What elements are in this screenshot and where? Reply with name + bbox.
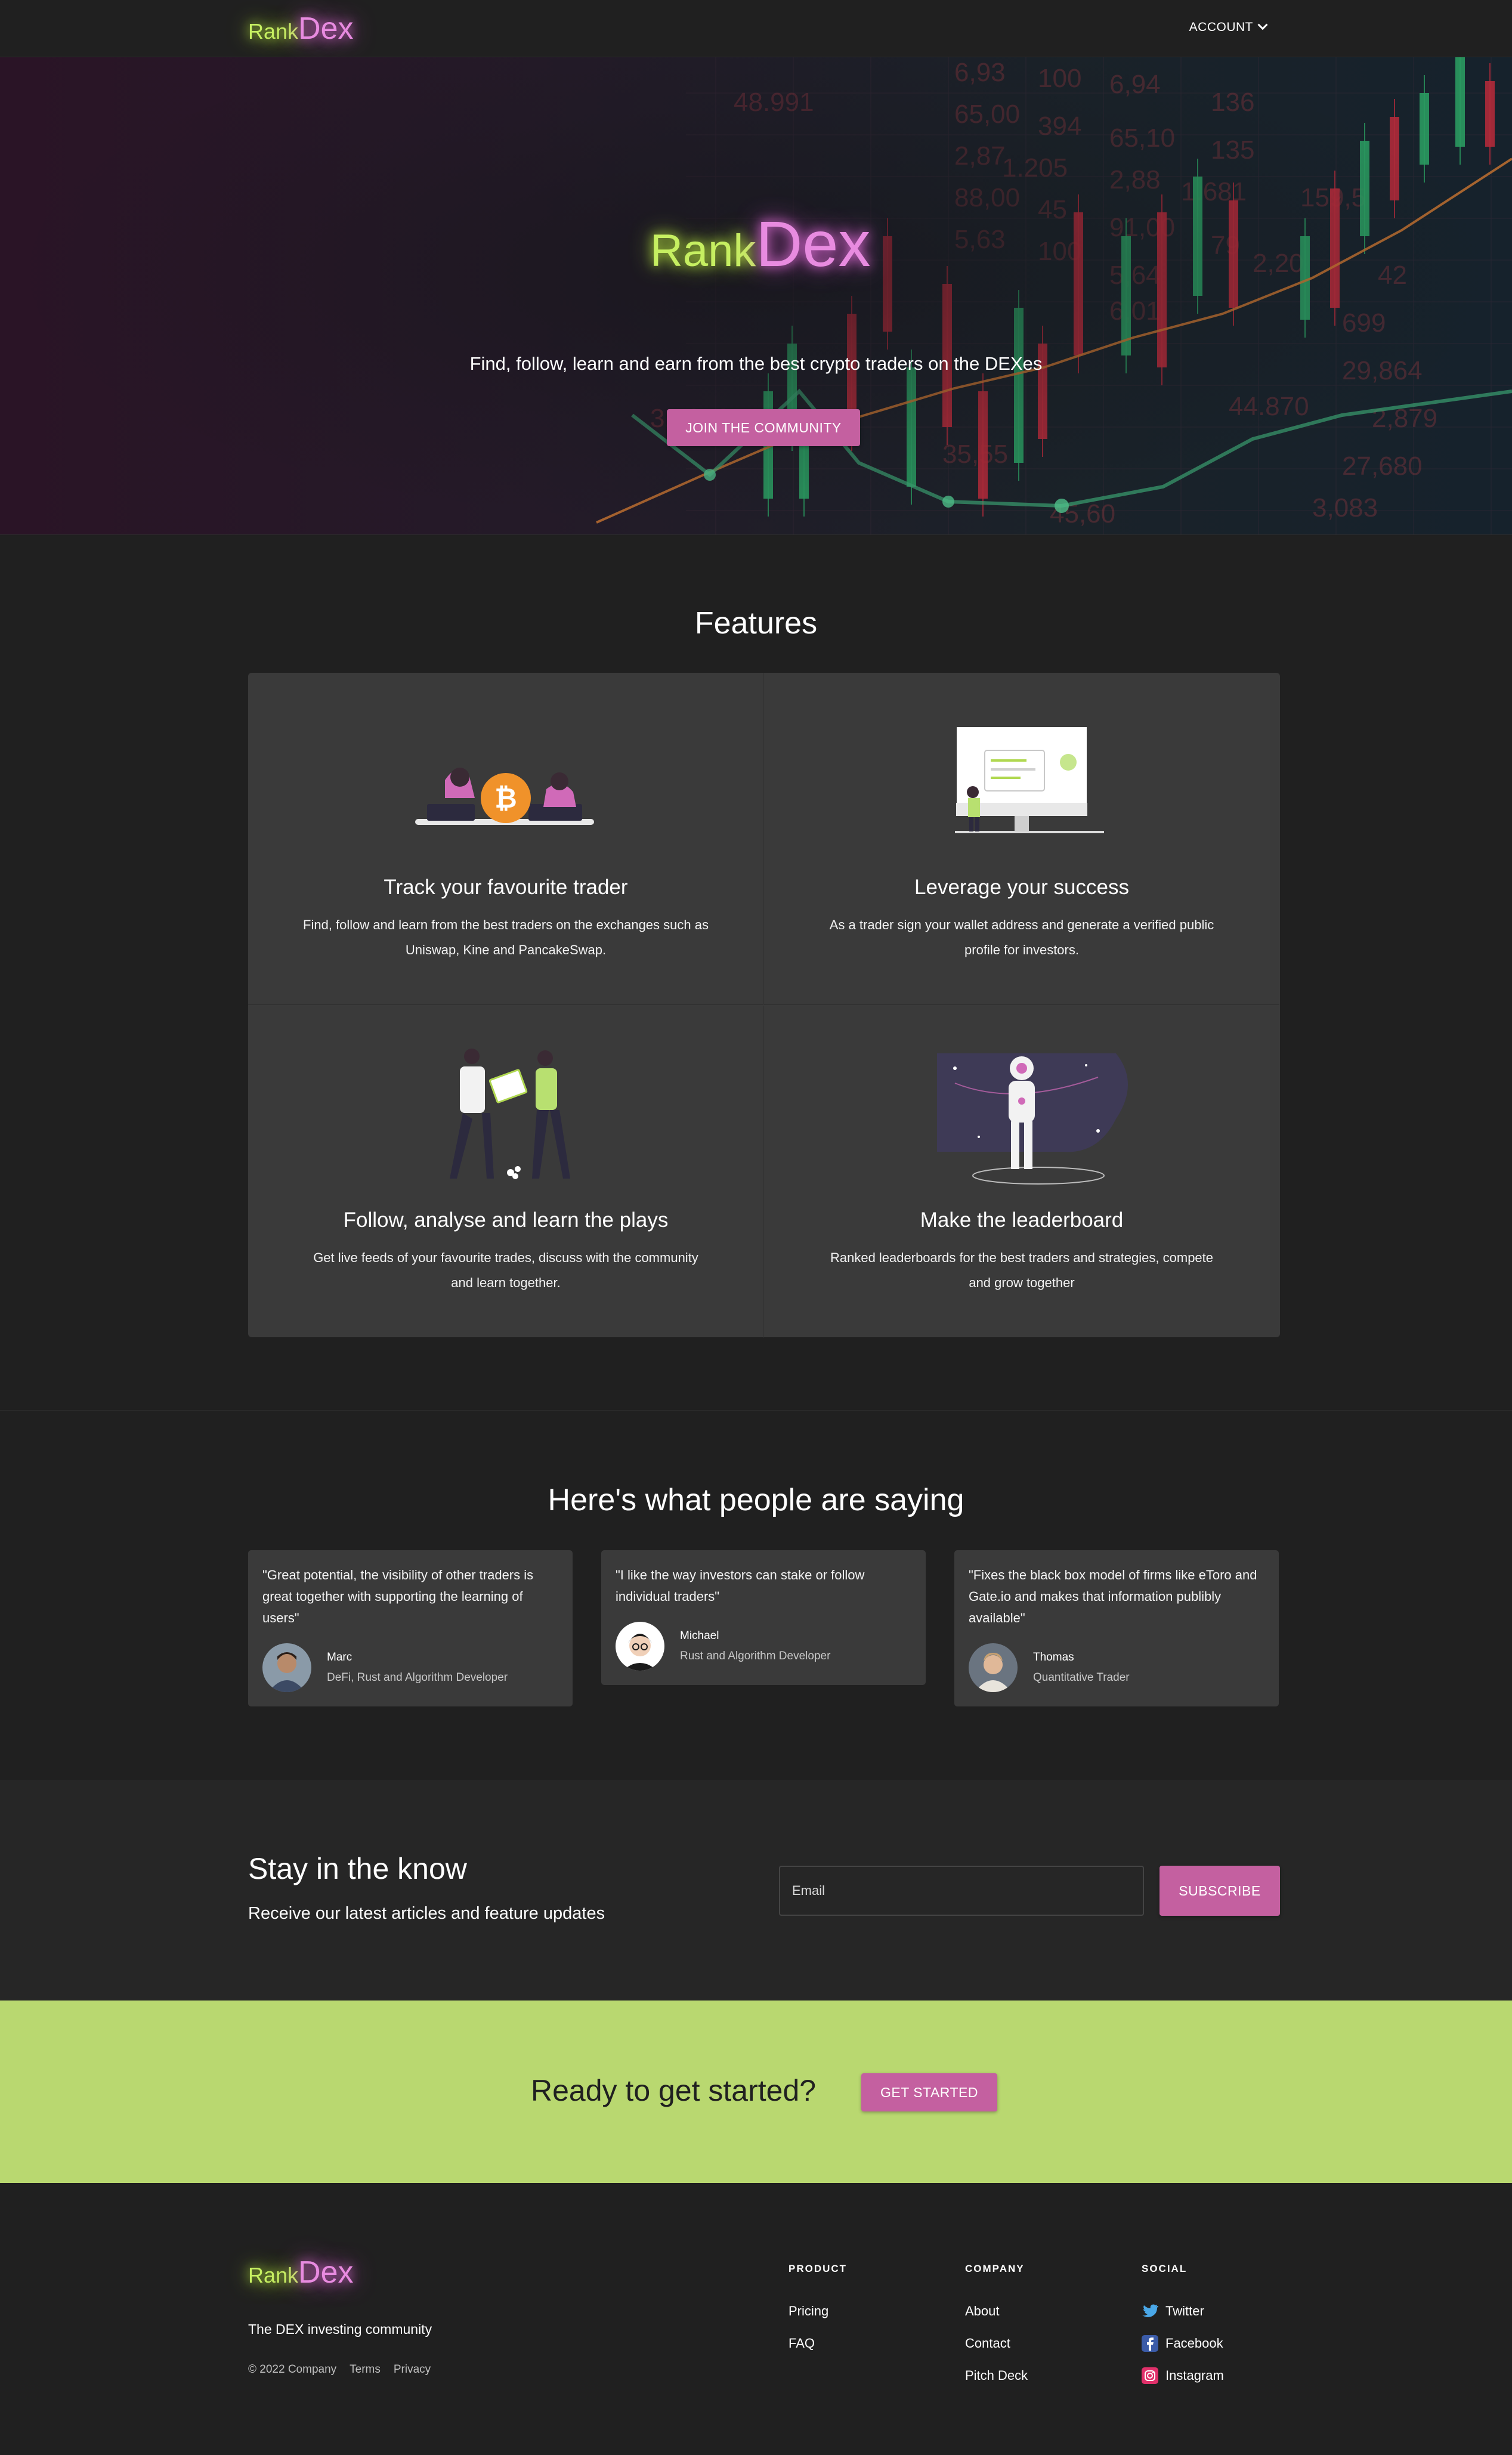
monitor-dashboard-illustration: [955, 726, 1104, 833]
testimonial-card: "Great potential, the visibility of othe…: [248, 1550, 573, 1706]
testimonial-quote: "I like the way investors can stake or f…: [616, 1567, 865, 1604]
feature-text: Ranked leaderboards for the best traders…: [830, 1250, 1214, 1290]
hero-shade: [0, 57, 1512, 534]
testimonial-quote: "Great potential, the visibility of othe…: [262, 1567, 534, 1625]
feature-text: Find, follow and learn from the best tra…: [303, 917, 709, 957]
footer-link-pricing[interactable]: Pricing: [789, 2295, 847, 2327]
footer-column-product: PRODUCT Pricing FAQ: [789, 2263, 847, 2360]
hero-logo: Rank Dex: [650, 206, 870, 281]
footer-legal: © 2022 Company Terms Privacy: [248, 2363, 431, 2376]
testimonial-card: "I like the way investors can stake or f…: [601, 1550, 926, 1685]
feature-title: Leverage your success: [914, 876, 1129, 899]
feature-card-follow: Follow, analyse and learn the plays Get …: [248, 1006, 763, 1338]
testimonials-section: Here's what people are saying "Great pot…: [0, 1410, 1512, 1780]
people-sharing-chart-illustration: [450, 1049, 570, 1179]
logo-rank-text: Rank: [248, 19, 299, 44]
nav-logo[interactable]: Rank Dex: [248, 11, 354, 47]
footer-tagline: The DEX investing community: [248, 2321, 432, 2337]
footer-link-twitter[interactable]: Twitter: [1142, 2295, 1224, 2327]
twitter-icon: [1142, 2303, 1158, 2320]
testimonial-name: Michael: [680, 1630, 719, 1642]
testimonial-quote: "Fixes the black box model of firms like…: [969, 1567, 1257, 1625]
get-started-button[interactable]: GET STARTED: [861, 2073, 997, 2111]
instagram-label: Instagram: [1165, 2368, 1224, 2383]
features-section: Features ₿ Track your favourite trader F…: [0, 534, 1512, 1410]
testimonial-role: DeFi, Rust and Algorithm Developer: [327, 1671, 508, 1684]
account-label: ACCOUNT: [1189, 20, 1253, 34]
join-community-button[interactable]: JOIN THE COMMUNITY: [667, 409, 860, 446]
footer-logo[interactable]: Rank Dex: [248, 2255, 354, 2290]
twitter-label: Twitter: [1165, 2304, 1204, 2318]
testimonial-person: Thomas Quantitative Trader: [969, 1643, 1130, 1692]
footer-column-heading: COMPANY: [965, 2263, 1025, 2274]
feature-card-leaderboard: Make the leaderboard Ranked leaderboards…: [764, 1006, 1279, 1338]
cta-section: Ready to get started? GET STARTED: [0, 2001, 1512, 2183]
feature-title: Make the leaderboard: [920, 1208, 1124, 1232]
facebook-icon: [1142, 2335, 1158, 2352]
footer-link-pitch-deck[interactable]: Pitch Deck: [965, 2360, 1028, 2392]
testimonial-name: Thomas: [1033, 1651, 1074, 1664]
footer-link-about[interactable]: About: [965, 2295, 1028, 2327]
logo-dex-text: Dex: [298, 11, 354, 46]
account-menu[interactable]: ACCOUNT: [1189, 20, 1268, 35]
avatar: [616, 1622, 664, 1671]
newsletter-section: Stay in the know Receive our latest arti…: [0, 1780, 1512, 2001]
footer-logo-rank-text: Rank: [248, 2263, 299, 2287]
copyright-text: © 2022 Company: [248, 2363, 337, 2376]
svg-text:₿: ₿: [494, 782, 517, 814]
footer-link-contact[interactable]: Contact: [965, 2327, 1028, 2360]
avatar: [262, 1643, 311, 1692]
chevron-down-icon: [1257, 20, 1268, 30]
feature-title: Track your favourite trader: [384, 876, 628, 899]
feature-title: Follow, analyse and learn the plays: [343, 1208, 669, 1232]
features-title: Features: [694, 606, 818, 641]
footer-column-heading: PRODUCT: [789, 2263, 848, 2274]
footer-link-instagram[interactable]: Instagram: [1142, 2360, 1224, 2392]
footer-column-social: SOCIAL Twitter Facebook Instagram: [1142, 2263, 1224, 2392]
privacy-link[interactable]: Privacy: [394, 2363, 431, 2376]
newsletter-title: Stay in the know: [248, 1852, 467, 1885]
feature-card-track: ₿ Track your favourite trader Find, foll…: [248, 673, 763, 1005]
bitcoin-traders-illustration: ₿: [415, 768, 594, 825]
facebook-label: Facebook: [1165, 2336, 1223, 2351]
hero-logo-rank-text: Rank: [650, 225, 756, 276]
testimonials-title: Here's what people are saying: [548, 1483, 964, 1517]
terms-link[interactable]: Terms: [350, 2363, 381, 2376]
testimonial-person: Michael Rust and Algorithm Developer: [616, 1622, 830, 1671]
newsletter-subtitle: Receive our latest articles and feature …: [248, 1904, 605, 1923]
top-nav: Rank Dex ACCOUNT: [0, 0, 1512, 57]
cta-text: Ready to get started?: [531, 2074, 817, 2107]
footer: Rank Dex The DEX investing community © 2…: [0, 2183, 1512, 2455]
feature-card-leverage: Leverage your success As a trader sign y…: [764, 673, 1279, 1005]
testimonial-role: Quantitative Trader: [1033, 1671, 1130, 1684]
footer-link-faq[interactable]: FAQ: [789, 2327, 847, 2360]
avatar: [969, 1643, 1018, 1692]
hero-logo-dex-text: Dex: [756, 208, 871, 280]
subscribe-button[interactable]: SUBSCRIBE: [1159, 1866, 1280, 1916]
testimonial-name: Marc: [327, 1651, 353, 1664]
testimonial-role: Rust and Algorithm Developer: [680, 1650, 831, 1662]
features-grid: ₿ Track your favourite trader Find, foll…: [248, 673, 1280, 1338]
testimonial-card: "Fixes the black box model of firms like…: [954, 1550, 1279, 1706]
feature-text: As a trader sign your wallet address and…: [829, 917, 1214, 957]
email-input[interactable]: Email: [779, 1866, 1144, 1916]
footer-column-heading: SOCIAL: [1142, 2263, 1188, 2274]
feature-text: Get live feeds of your favourite trades,…: [313, 1250, 698, 1290]
testimonial-person: Marc DeFi, Rust and Algorithm Developer: [262, 1643, 508, 1692]
hero-subtitle: Find, follow, learn and earn from the be…: [469, 353, 1043, 374]
footer-column-company: COMPANY About Contact Pitch Deck: [965, 2263, 1028, 2392]
footer-logo-dex-text: Dex: [298, 2255, 354, 2290]
instagram-icon: [1142, 2367, 1158, 2384]
astronaut-illustration: [937, 1053, 1128, 1185]
footer-link-facebook[interactable]: Facebook: [1142, 2327, 1224, 2360]
hero-section: 48.9916,931006,9413665,0039465,101352,87…: [0, 57, 1512, 534]
